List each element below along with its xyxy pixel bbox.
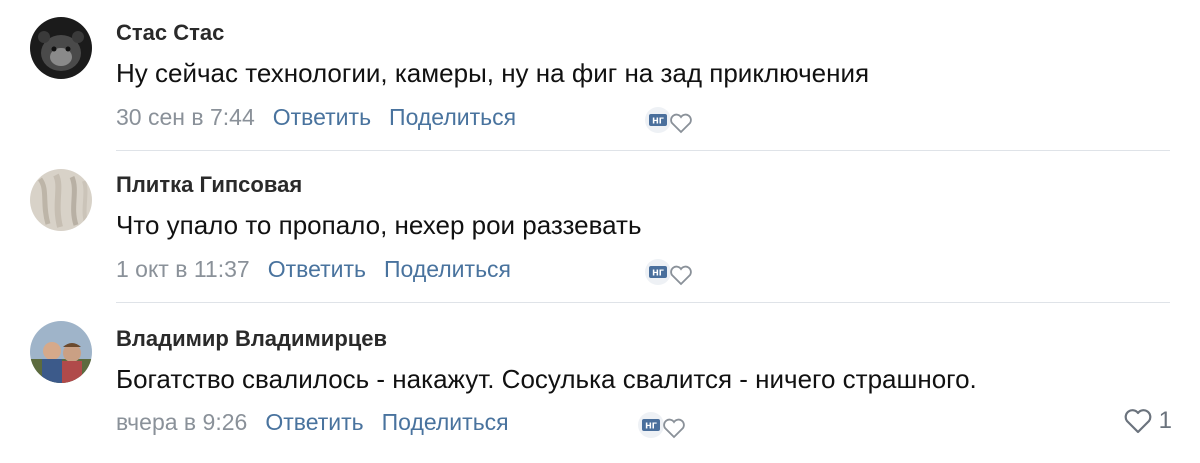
share-button[interactable]: Поделиться bbox=[384, 256, 511, 283]
comment-date[interactable]: вчера в 9:26 bbox=[116, 409, 247, 436]
reply-button[interactable]: Ответить bbox=[268, 256, 366, 283]
reaction-icons[interactable]: НГ bbox=[636, 411, 690, 441]
share-button[interactable]: Поделиться bbox=[382, 409, 509, 436]
comment-meta: 30 сен в 7:44 Ответить Поделиться bbox=[116, 104, 516, 131]
reaction-heart-icon: НГ bbox=[638, 412, 685, 439]
reply-button[interactable]: Ответить bbox=[273, 104, 371, 131]
svg-text:НГ: НГ bbox=[645, 422, 657, 431]
avatar[interactable] bbox=[30, 169, 92, 231]
avatar[interactable] bbox=[30, 321, 92, 383]
svg-text:НГ: НГ bbox=[652, 269, 664, 278]
reaction-heart-icon: НГ bbox=[645, 107, 692, 134]
comment-author[interactable]: Плитка Гипсовая bbox=[116, 172, 302, 198]
reaction-icons[interactable]: НГ bbox=[643, 106, 697, 136]
avatar-image bbox=[30, 169, 92, 231]
share-button[interactable]: Поделиться bbox=[389, 104, 516, 131]
avatar[interactable] bbox=[30, 17, 92, 79]
avatar-image bbox=[30, 17, 92, 79]
comment-text: Богатство свалилось - накажут. Сосулька … bbox=[116, 364, 977, 394]
like-count: 1 bbox=[1158, 407, 1172, 434]
comment-author[interactable]: Владимир Владимирцев bbox=[116, 326, 387, 352]
like-button[interactable]: 1 bbox=[1123, 407, 1172, 435]
comment-divider bbox=[116, 150, 1170, 151]
reply-button[interactable]: Ответить bbox=[265, 409, 363, 436]
comment-author[interactable]: Стас Стас bbox=[116, 20, 224, 46]
reaction-icons[interactable]: НГ bbox=[643, 258, 697, 288]
svg-text:НГ: НГ bbox=[652, 117, 664, 126]
comment-meta: 1 окт в 11:37 Ответить Поделиться bbox=[116, 256, 511, 283]
heart-icon bbox=[1124, 409, 1152, 434]
comment-divider bbox=[116, 302, 1170, 303]
comment-meta: вчера в 9:26 Ответить Поделиться bbox=[116, 409, 509, 436]
comment-date[interactable]: 30 сен в 7:44 bbox=[116, 104, 255, 131]
reaction-heart-icon: НГ bbox=[645, 259, 692, 286]
comment-text: Ну сейчас технологии, камеры, ну на фиг … bbox=[116, 58, 870, 88]
avatar-image bbox=[30, 321, 92, 383]
comment-date[interactable]: 1 окт в 11:37 bbox=[116, 256, 250, 283]
comment-text: Что упало то пропало, нехер рои раззеват… bbox=[116, 210, 642, 240]
